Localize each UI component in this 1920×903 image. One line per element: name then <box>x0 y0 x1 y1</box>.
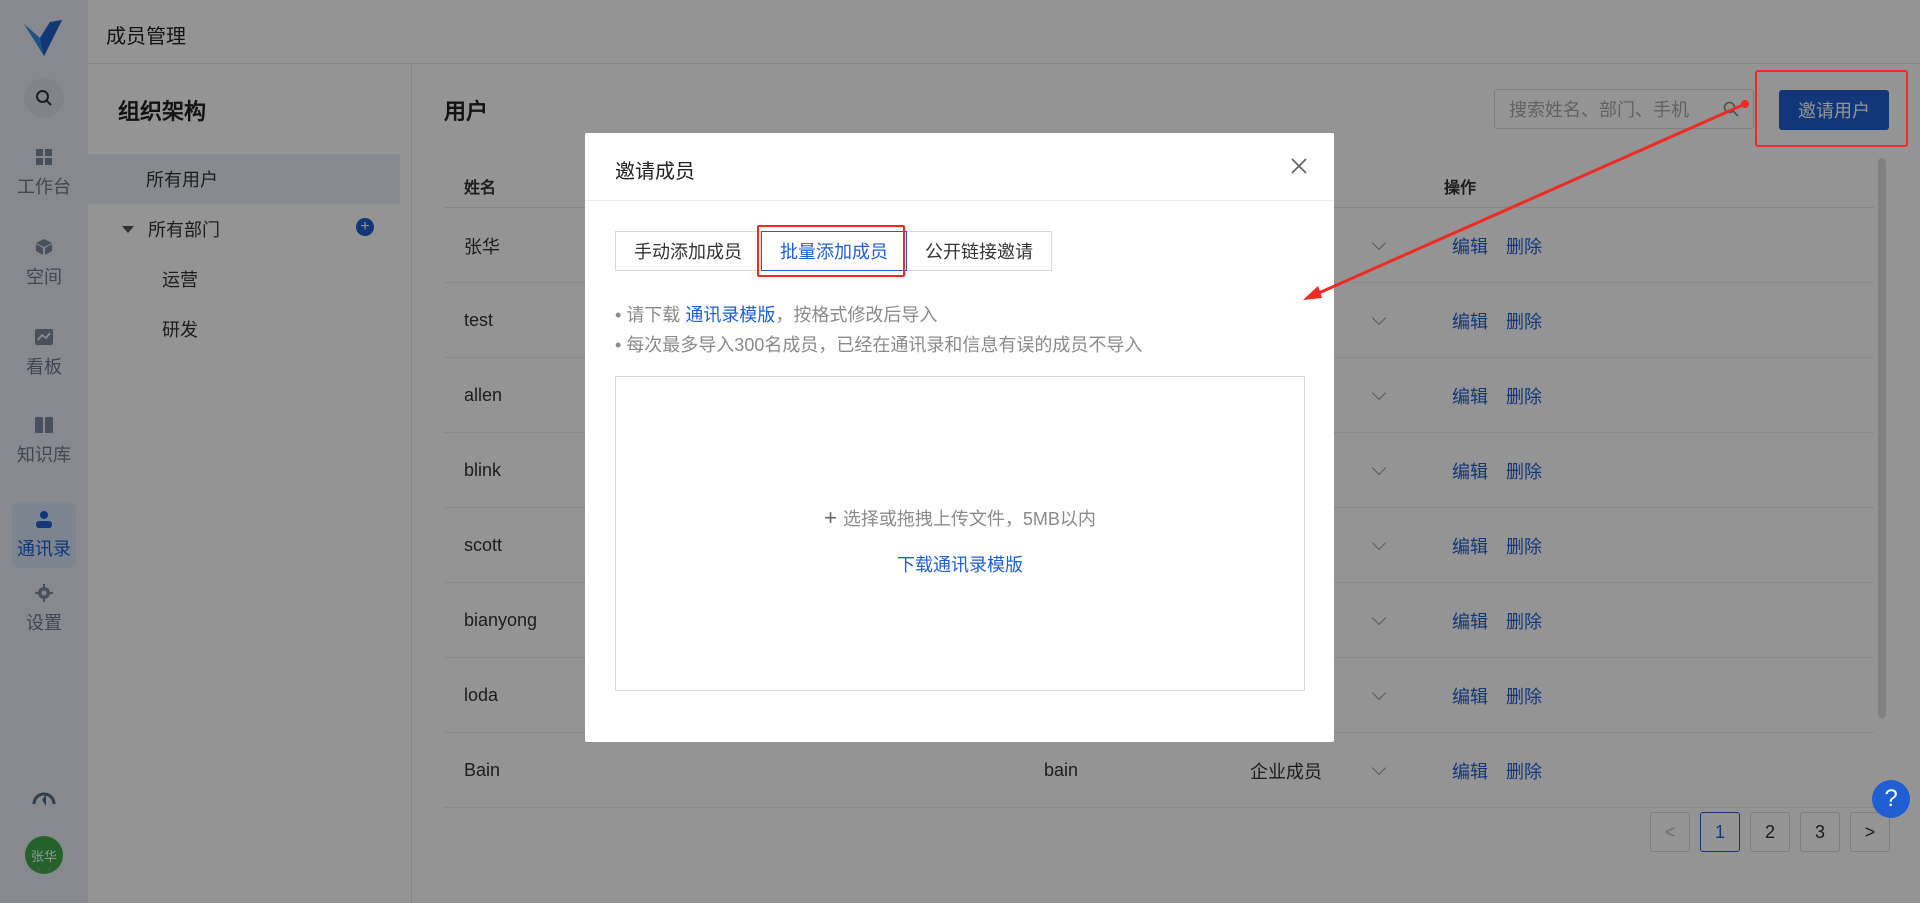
upload-dropzone[interactable]: + 选择或拖拽上传文件，5MB以内 下载通讯录模版 <box>615 376 1305 691</box>
plus-icon: + <box>824 505 837 530</box>
dialog-title: 邀请成员 <box>615 161 695 183</box>
annotation-box-tab <box>757 225 905 277</box>
template-link[interactable]: 通讯录模版 <box>685 305 775 325</box>
tab-public-link[interactable]: 公开链接邀请 <box>907 231 1052 271</box>
tab-manual-add[interactable]: 手动添加成员 <box>615 231 761 271</box>
help-button[interactable]: ? <box>1872 780 1910 818</box>
hint-limit: • 每次最多导入300名成员，已经在通讯录和信息有误的成员不导入 <box>615 335 1143 355</box>
upload-prompt[interactable]: + 选择或拖拽上传文件，5MB以内 <box>616 505 1304 531</box>
hint-text: ，按格式修改后导入 <box>775 305 938 325</box>
download-template-link[interactable]: 下载通讯录模版 <box>616 551 1304 577</box>
hint-text: 请下载 <box>626 305 681 325</box>
hint-download: • 请下载 通讯录模版，按格式修改后导入 <box>615 305 938 325</box>
close-icon[interactable] <box>1288 155 1310 177</box>
annotation-box-invite <box>1755 70 1908 147</box>
hint-text: 每次最多导入300名成员，已经在通讯录和信息有误的成员不导入 <box>626 335 1143 355</box>
invite-member-dialog: 邀请成员 手动添加成员 批量添加成员 公开链接邀请 • 请下载 通讯录模版，按格… <box>585 133 1334 742</box>
upload-text: 选择或拖拽上传文件，5MB以内 <box>842 509 1096 529</box>
dialog-header: 邀请成员 <box>585 133 1334 201</box>
